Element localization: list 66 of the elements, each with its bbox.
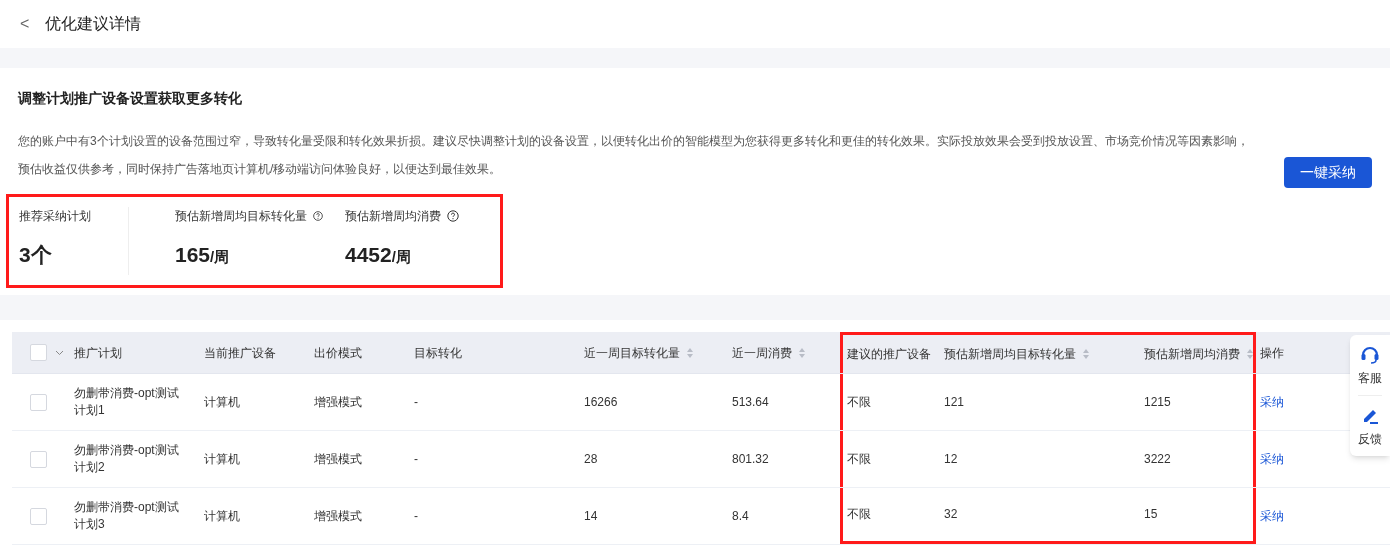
- suggestion-description: 您的账户中有3个计划设置的设备范围过窄，导致转化量受限和转化效果折损。建议尽快调整计划的设备设置，以便转化出价的智能模型为您获得更多转化和更佳的转化效果。实际投放效果会受到投放设置、市场竞价情况等因素影响，预估收益仅供参考，同时保持广告落地页计算机/移动端访问体验良好，以便达到最佳效果。: [18, 133, 1250, 178]
- table-cell: 计算机: [204, 450, 240, 468]
- caret-icon[interactable]: [55, 349, 64, 356]
- checkbox[interactable]: [30, 393, 47, 411]
- table-cell-text: 勿删带消费-opt测试计划1: [74, 385, 180, 419]
- sort-icon[interactable]: [1246, 348, 1254, 360]
- table-cell: 28: [584, 450, 598, 468]
- column-header: 出价模式: [313, 344, 363, 362]
- column-header: 当前推广设备: [203, 344, 277, 362]
- table-cell: 不限: [847, 450, 871, 468]
- adopt-all-button[interactable]: 一键采纳: [1284, 157, 1372, 188]
- column-header: 建议的推广设备: [840, 332, 940, 373]
- widget-label[interactable]: 客服: [1358, 369, 1382, 387]
- table-cell: 12: [944, 450, 958, 468]
- stat-unit: /周: [391, 247, 411, 267]
- column-header[interactable]: 预估新增周均目标转化量: [940, 332, 1140, 373]
- stat-label: 推荐采纳计划: [19, 208, 91, 225]
- table-cell: 513.64: [732, 393, 769, 411]
- checkbox[interactable]: [30, 507, 47, 525]
- table-cell: 1215: [1144, 393, 1171, 411]
- page-title: 优化建议详情: [45, 14, 142, 34]
- stat-unit: /周: [210, 247, 230, 267]
- adopt-link[interactable]: 采纳: [1260, 450, 1284, 468]
- checkbox[interactable]: [30, 344, 47, 361]
- adopt-link[interactable]: 采纳: [1260, 393, 1284, 411]
- column-header: 操作: [1259, 344, 1285, 362]
- table-cell: 增强模式: [314, 507, 362, 525]
- sort-icon[interactable]: [686, 346, 694, 359]
- back-button[interactable]: <: [20, 12, 30, 36]
- table-cell-text: 勿删带消费-opt测试计划2: [74, 442, 180, 476]
- stat-label: 预估新增周均目标转化量: [175, 208, 307, 225]
- table-cell: 14: [584, 507, 598, 525]
- checkbox[interactable]: [30, 450, 47, 468]
- table-cell: 不限: [847, 393, 871, 411]
- table-cell: 121: [944, 393, 965, 411]
- table-cell: 计算机: [204, 393, 240, 411]
- sort-icon[interactable]: [1082, 348, 1090, 360]
- table-cell: 32: [944, 506, 958, 523]
- column-header[interactable]: 近一周目标转化量: [580, 332, 728, 373]
- adopt-link[interactable]: 采纳: [1260, 507, 1284, 525]
- help-icon[interactable]: [313, 210, 323, 222]
- stat-value: 165: [175, 242, 211, 268]
- stat-value: 3个: [19, 242, 52, 268]
- column-header[interactable]: 预估新增周均消费: [1140, 332, 1256, 373]
- column-header: 目标转化: [413, 344, 463, 362]
- table-cell: -: [414, 507, 418, 525]
- table-cell: 3222: [1144, 450, 1171, 468]
- table-cell: 不限: [847, 506, 871, 523]
- help-icon[interactable]: [447, 210, 459, 222]
- stat-label: 预估新增周均消费: [345, 208, 441, 225]
- widget-label[interactable]: 反馈: [1358, 430, 1382, 448]
- sort-icon[interactable]: [798, 346, 806, 359]
- table-cell: 8.4: [732, 507, 749, 525]
- table-cell: 801.32: [732, 450, 769, 468]
- table-cell: 15: [1144, 506, 1158, 523]
- table-cell: -: [414, 393, 418, 411]
- column-header[interactable]: 近一周消费: [728, 332, 840, 373]
- suggestion-title: 调整计划推广设备设置获取更多转化: [18, 89, 243, 108]
- table-cell-text: 勿删带消费-opt测试计划3: [74, 499, 180, 533]
- table-cell: 计算机: [204, 507, 240, 525]
- table-cell: 16266: [584, 393, 618, 411]
- table-cell: -: [414, 450, 418, 468]
- table-cell: 增强模式: [314, 393, 362, 411]
- stat-value: 4452: [345, 242, 392, 268]
- table-cell: 增强模式: [314, 450, 362, 468]
- column-header: 推广计划: [73, 344, 123, 362]
